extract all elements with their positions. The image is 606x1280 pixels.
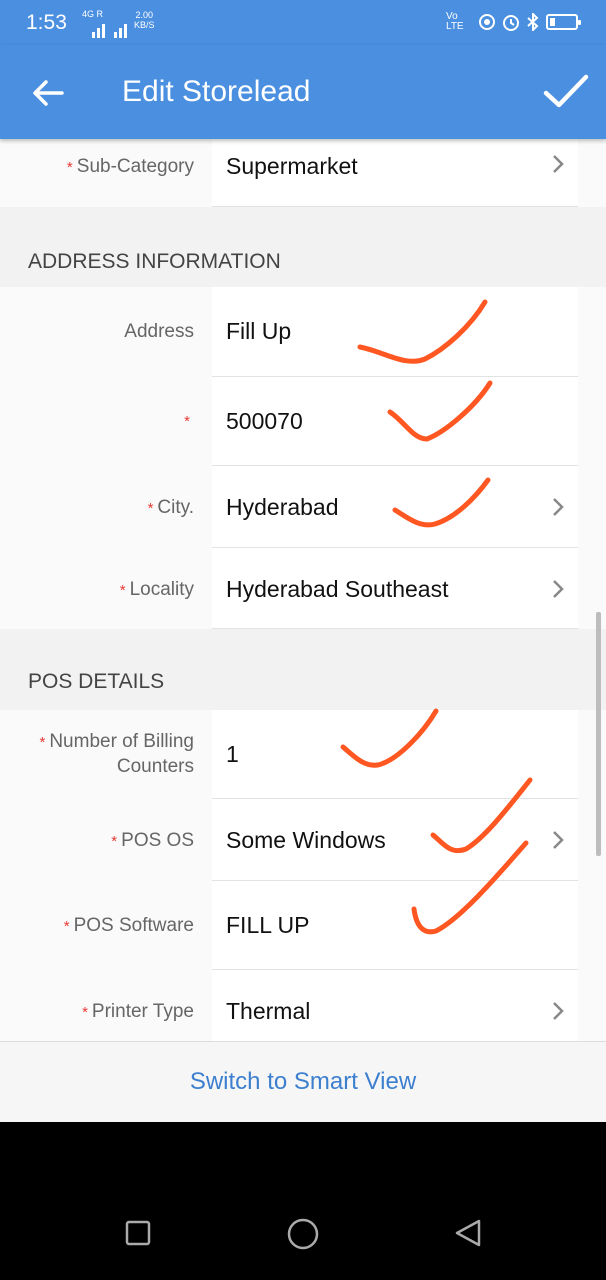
city-row[interactable]: * City. Hyderabad [0,466,606,548]
annotation-check-icon [392,477,491,528]
net-speed: 2.00 KB/S [134,10,155,30]
chevron-right-icon [553,580,564,598]
pos-section-header: POS DETAILS [0,629,606,710]
annotation-check-icon [357,299,488,364]
app-bar: Edit Storelead [0,45,606,139]
volte-label: Vo LTE [446,11,464,32]
status-time: 1:53 [26,11,67,34]
locality-row[interactable]: * Locality Hyderabad Southeast [0,548,606,629]
pincode-label: * [184,413,190,430]
pos-software-label: * POS Software [63,915,194,936]
check-icon[interactable] [542,67,590,115]
back-triangle-icon[interactable] [453,1218,483,1248]
chevron-right-icon [553,831,564,849]
home-icon[interactable] [286,1217,320,1251]
scrollbar[interactable] [596,612,601,856]
network-indicator: 4G R [82,9,104,19]
alarm-icon [503,15,519,31]
recents-icon[interactable] [125,1220,151,1246]
battery-icon [546,14,581,30]
printer-type-field[interactable]: Thermal [212,970,578,1041]
pos-os-label: * POS OS [111,830,194,851]
sub-category-field[interactable]: Supermarket [212,139,578,207]
system-nav-bar [0,1122,606,1280]
sub-category-row[interactable]: * Sub-Category Supermarket [0,139,606,207]
arrow-left-icon[interactable] [28,73,68,113]
switch-to-smart-view-link[interactable]: Switch to Smart View [0,1068,606,1096]
location-icon [479,14,495,30]
chevron-right-icon [553,155,564,173]
pincode-row[interactable]: * 500070 [0,377,606,466]
printer-type-row[interactable]: * Printer Type Thermal [0,970,606,1041]
form-content: * Sub-Category Supermarket ADDRESS INFORM… [0,139,606,1041]
printer-type-label: * Printer Type [82,1001,194,1022]
sub-category-label: * Sub-Category [66,156,194,177]
city-label: * City. [147,497,194,518]
chevron-right-icon [553,498,564,516]
bluetooth-icon [527,13,539,31]
status-right: Vo LTE [446,11,581,32]
chevron-right-icon [553,1002,564,1020]
status-bar: 1:53 4G R 2.00 KB/S Vo LTE [0,0,606,45]
address-label: Address [124,321,194,342]
annotation-check-icon [340,708,439,768]
annotation-check-icon [411,840,529,935]
annotation-check-icon [387,380,493,442]
billing-counters-label: * Number of Billing Counters [39,731,194,777]
signal-icon [92,24,127,38]
address-section-header: ADDRESS INFORMATION [0,207,606,287]
address-row[interactable]: Address Fill Up [0,287,606,377]
locality-field[interactable]: Hyderabad Southeast [212,548,578,629]
footer: Switch to Smart View [0,1041,606,1122]
page-title: Edit Storelead [122,75,311,108]
locality-label: * Locality [119,579,194,600]
